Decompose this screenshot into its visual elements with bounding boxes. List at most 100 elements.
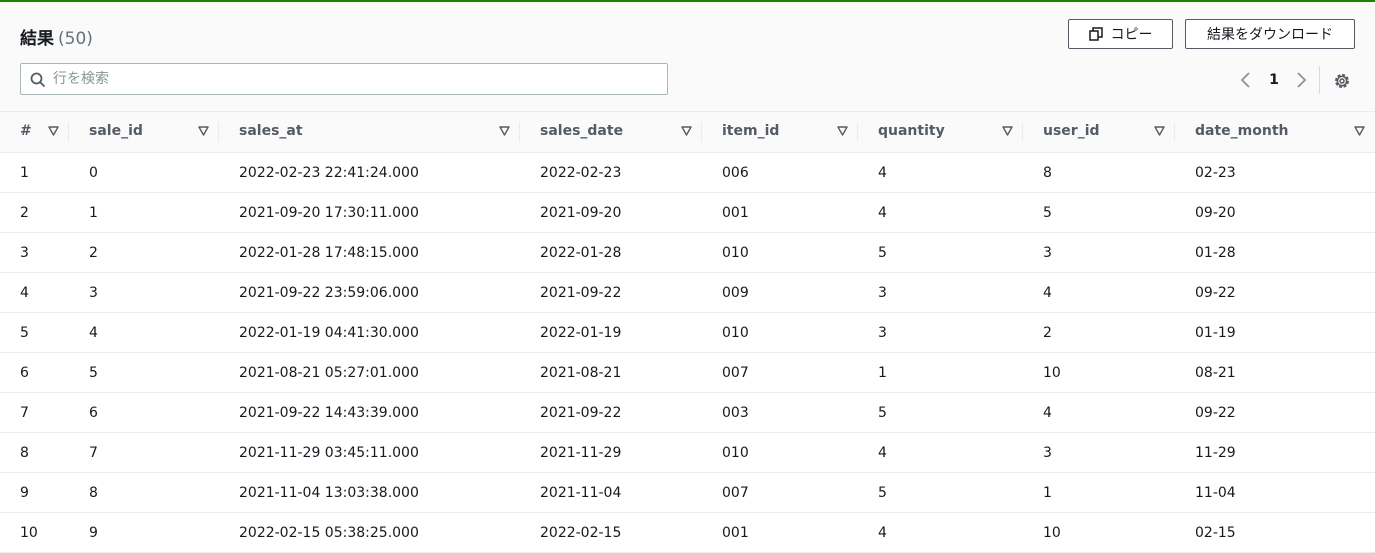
table-header: # sale_id sales_at sales_date item_id quantit… [0,111,1375,153]
table-cell: 007 [702,352,858,393]
chevron-right-icon[interactable] [1293,69,1309,91]
table-cell: 3 [858,312,1023,353]
column-header[interactable]: # [0,111,69,153]
table-cell: 10 [1023,352,1175,393]
table-cell: 6 [69,392,219,433]
table-cell: 2 [0,192,69,233]
table-row[interactable]: 9 8 2021-11-04 13:03:38.000 2021-11-04 007 5 1… [0,472,1375,513]
table-cell: 010 [702,312,858,353]
column-header-label: sales_date [540,123,624,139]
table-cell: 2021-11-04 13:03:38.000 [219,472,520,513]
results-header: 結果(50) コピー 結果をダウンロード 1 [0,2,1375,111]
table-cell: 007 [702,472,858,513]
table-row[interactable]: 8 7 2021-11-29 03:45:11.000 2021-11-29 010 4 3… [0,432,1375,473]
table-cell: 006 [702,152,858,193]
table-cell: 2022-02-15 05:38:25.000 [219,512,520,553]
table-cell: 3 [1023,432,1175,473]
column-header[interactable]: item_id [702,111,858,153]
table-row[interactable]: 1 0 2022-02-23 22:41:24.000 2022-02-23 006 4 8… [0,152,1375,193]
row-search-field[interactable] [20,63,668,95]
table-cell: 1 [858,352,1023,393]
column-header-label: sales_at [239,123,303,139]
table-cell: 2022-02-15 [520,512,702,553]
sort-icon[interactable] [499,126,510,136]
table-cell: 5 [858,232,1023,273]
download-button-label: 結果をダウンロード [1207,27,1333,43]
table-cell: 10 [1023,512,1175,553]
table-cell: 01-19 [1175,312,1375,353]
column-header-label: item_id [722,123,780,139]
table-cell: 10 [0,512,69,553]
table-cell: 02-15 [1175,512,1375,553]
table-cell: 7 [69,432,219,473]
gear-icon[interactable] [1332,71,1352,91]
column-header[interactable]: sales_date [520,111,702,153]
table-cell: 2021-08-21 [520,352,702,393]
table-cell: 3 [1023,232,1175,273]
table-cell: 010 [702,232,858,273]
results-title-label: 結果 [20,29,54,49]
column-header[interactable]: sales_at [219,111,520,153]
sort-icon[interactable] [1154,126,1165,136]
table-row[interactable]: 7 6 2021-09-22 14:43:39.000 2021-09-22 003 5 4… [0,392,1375,433]
sort-icon[interactable] [681,126,692,136]
sort-icon[interactable] [1002,126,1013,136]
sort-icon[interactable] [837,126,848,136]
table-cell: 2022-01-28 17:48:15.000 [219,232,520,273]
column-header[interactable]: quantity [858,111,1023,153]
table-cell: 2021-11-04 [520,472,702,513]
column-header[interactable]: date_month [1175,111,1375,153]
table-cell: 09-20 [1175,192,1375,233]
column-header-label: date_month [1195,123,1289,139]
table-cell: 09-22 [1175,392,1375,433]
table-cell: 3 [858,272,1023,313]
table-cell: 1 [1023,472,1175,513]
table-cell: 3 [69,272,219,313]
current-page-number[interactable]: 1 [1266,69,1282,91]
table-cell: 5 [858,472,1023,513]
table-cell: 1 [69,192,219,233]
table-cell: 8 [0,432,69,473]
sort-icon[interactable] [48,126,59,136]
table-cell: 09-22 [1175,272,1375,313]
table-cell: 4 [1023,272,1175,313]
table-cell: 2021-11-29 [520,432,702,473]
table-cell: 003 [702,392,858,433]
table-cell: 3 [0,232,69,273]
copy-button[interactable]: コピー [1068,19,1173,49]
column-header[interactable]: sale_id [69,111,219,153]
table-cell: 2022-01-28 [520,232,702,273]
table-row[interactable]: 3 2 2022-01-28 17:48:15.000 2022-01-28 010 5 3… [0,232,1375,273]
table-cell: 2021-09-22 [520,392,702,433]
table-body: 1 0 2022-02-23 22:41:24.000 2022-02-23 006 4 8… [0,152,1375,553]
table-row[interactable]: 4 3 2021-09-22 23:59:06.000 2021-09-22 009 3 4… [0,272,1375,313]
table-cell: 2021-09-22 23:59:06.000 [219,272,520,313]
table-row[interactable]: 5 4 2022-01-19 04:41:30.000 2022-01-19 010 3 2… [0,312,1375,353]
chevron-left-icon[interactable] [1238,69,1254,91]
table-cell: 4 [858,512,1023,553]
table-row[interactable]: 6 5 2021-08-21 05:27:01.000 2021-08-21 007 1 1… [0,352,1375,393]
results-title: 結果 (50) [20,24,93,49]
column-header-label: sale_id [89,123,143,139]
table-cell: 4 [69,312,219,353]
sort-icon[interactable] [1354,126,1365,136]
row-search-input[interactable] [53,69,653,89]
table-header-row: # sale_id sales_at sales_date item_id quantit… [0,111,1375,153]
column-header-label: user_id [1043,123,1100,139]
column-header[interactable]: user_id [1023,111,1175,153]
table-cell: 4 [1023,392,1175,433]
table-cell: 4 [858,432,1023,473]
table-cell: 2022-02-23 22:41:24.000 [219,152,520,193]
table-cell: 02-23 [1175,152,1375,193]
sort-icon[interactable] [198,126,209,136]
table-cell: 4 [0,272,69,313]
table-cell: 2 [1023,312,1175,353]
table-cell: 5 [0,312,69,353]
copy-button-label: コピー [1110,27,1153,43]
table-cell: 2021-11-29 03:45:11.000 [219,432,520,473]
table-cell: 2021-08-21 05:27:01.000 [219,352,520,393]
table-row[interactable]: 2 1 2021-09-20 17:30:11.000 2021-09-20 001 4 5… [0,192,1375,233]
table-row[interactable]: 10 9 2022-02-15 05:38:25.000 2022-02-15 001 4… [0,512,1375,553]
download-results-button[interactable]: 結果をダウンロード [1185,19,1355,49]
table-cell: 6 [0,352,69,393]
